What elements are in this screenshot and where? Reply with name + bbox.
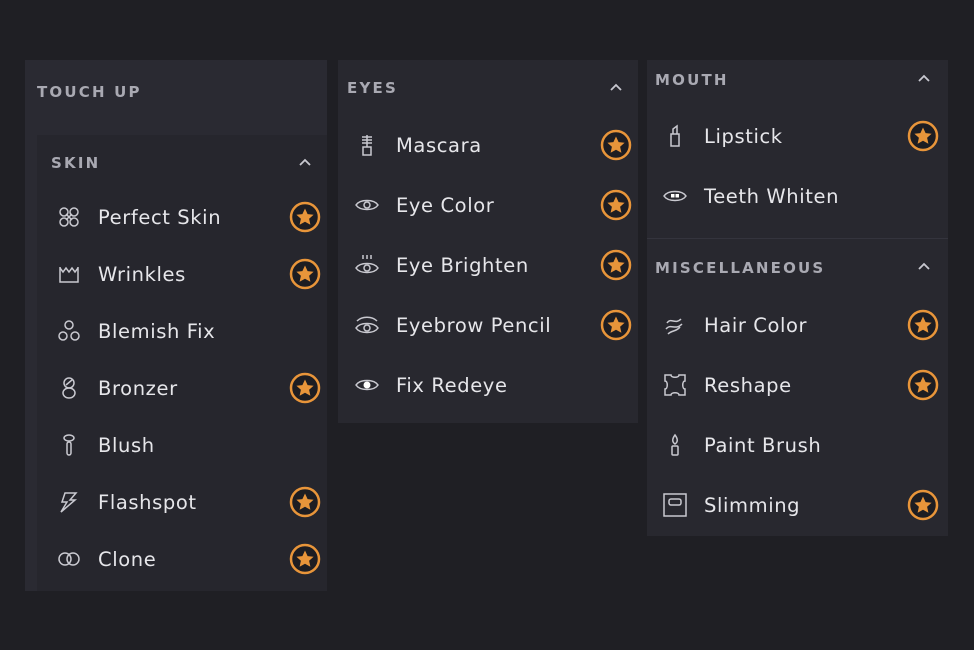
tool-label: Flashspot <box>98 490 197 514</box>
tool-item-teeth-whiten[interactable]: Teeth Whiten <box>662 176 839 216</box>
tool-label: Slimming <box>704 493 801 517</box>
tool-item-reshape[interactable]: Reshape <box>662 365 792 405</box>
tool-label: Teeth Whiten <box>704 184 840 208</box>
skin-title: SKIN <box>51 154 101 172</box>
premium-star-icon <box>289 258 321 290</box>
premium-star-icon <box>289 486 321 518</box>
tool-item-eyebrow-pencil[interactable]: Eyebrow Pencil <box>354 305 551 345</box>
mouth-misc-panel: MOUTH Lipstick Teeth Whiten MISCELLANEOUS… <box>647 60 948 536</box>
tool-item-eye-color[interactable]: Eye Color <box>354 185 494 225</box>
tool-item-clone[interactable]: Clone <box>56 539 156 579</box>
tool-item-eye-brighten[interactable]: Eye Brighten <box>354 245 529 285</box>
tool-item-flashspot[interactable]: Flashspot <box>56 482 197 522</box>
tool-label: Mascara <box>396 133 482 157</box>
eye-color-icon <box>354 192 380 218</box>
section-divider <box>647 238 948 239</box>
premium-star-icon <box>289 201 321 233</box>
skin-section: SKIN Perfect Skin Wrinkles Blemish Fix Bron… <box>37 135 327 591</box>
premium-star-icon <box>600 189 632 221</box>
eyebrow-icon <box>354 312 380 338</box>
tool-label: Clone <box>98 547 157 571</box>
eyes-panel: EYES Mascara Eye Color Eye Brighten Eyebrow… <box>338 60 638 423</box>
slimming-icon <box>662 492 688 518</box>
chevron-up-icon[interactable] <box>298 156 312 170</box>
tool-label: Blush <box>98 433 155 457</box>
tool-item-fix-redeye[interactable]: Fix Redeye <box>354 365 508 405</box>
tool-item-bronzer[interactable]: Bronzer <box>56 368 178 408</box>
tool-label: Blemish Fix <box>98 319 216 343</box>
misc-title: MISCELLANEOUS <box>655 259 826 277</box>
clone-icon <box>56 546 82 572</box>
tool-label: Eye Color <box>396 193 495 217</box>
chevron-up-icon[interactable] <box>917 260 931 274</box>
bronzer-icon <box>56 375 82 401</box>
tool-label: Bronzer <box>98 376 178 400</box>
tool-item-perfect-skin[interactable]: Perfect Skin <box>56 197 221 237</box>
mascara-icon <box>354 132 380 158</box>
premium-star-icon <box>907 120 939 152</box>
tool-label: Fix Redeye <box>396 373 508 397</box>
perfect-skin-icon <box>56 204 82 230</box>
premium-star-icon <box>907 369 939 401</box>
tool-label: Eyebrow Pencil <box>396 313 552 337</box>
tool-label: Paint Brush <box>704 433 822 457</box>
premium-star-icon <box>907 309 939 341</box>
touch-up-title: TOUCH UP <box>37 83 142 101</box>
tool-label: Eye Brighten <box>396 253 529 277</box>
tool-item-blush[interactable]: Blush <box>56 425 155 465</box>
tool-item-hair-color[interactable]: Hair Color <box>662 305 807 345</box>
tool-label: Reshape <box>704 373 792 397</box>
teeth-icon <box>662 183 688 209</box>
tool-item-lipstick[interactable]: Lipstick <box>662 116 783 156</box>
premium-star-icon <box>600 129 632 161</box>
eye-brighten-icon <box>354 252 380 278</box>
hair-icon <box>662 312 688 338</box>
blemish-icon <box>56 318 82 344</box>
tool-item-wrinkles[interactable]: Wrinkles <box>56 254 186 294</box>
mouth-title: MOUTH <box>655 71 729 89</box>
blush-brush-icon <box>56 432 82 458</box>
lipstick-icon <box>662 123 688 149</box>
eyes-title: EYES <box>347 79 398 97</box>
tool-item-mascara[interactable]: Mascara <box>354 125 482 165</box>
chevron-up-icon[interactable] <box>917 72 931 86</box>
chevron-up-icon[interactable] <box>609 81 623 95</box>
tool-label: Hair Color <box>704 313 808 337</box>
tool-item-blemish-fix[interactable]: Blemish Fix <box>56 311 215 351</box>
touch-up-panel: TOUCH UP SKIN Perfect Skin Wrinkles Blemis… <box>25 60 327 591</box>
tool-item-paint-brush[interactable]: Paint Brush <box>662 425 821 465</box>
wrinkles-icon <box>56 261 82 287</box>
premium-star-icon <box>600 249 632 281</box>
tool-item-slimming[interactable]: Slimming <box>662 485 800 525</box>
paint-brush-icon <box>662 432 688 458</box>
premium-star-icon <box>907 489 939 521</box>
premium-star-icon <box>289 372 321 404</box>
tool-label: Wrinkles <box>98 262 186 286</box>
tool-label: Lipstick <box>704 124 783 148</box>
redeye-icon <box>354 372 380 398</box>
reshape-icon <box>662 372 688 398</box>
flashspot-icon <box>56 489 82 515</box>
premium-star-icon <box>289 543 321 575</box>
tool-label: Perfect Skin <box>98 205 222 229</box>
premium-star-icon <box>600 309 632 341</box>
